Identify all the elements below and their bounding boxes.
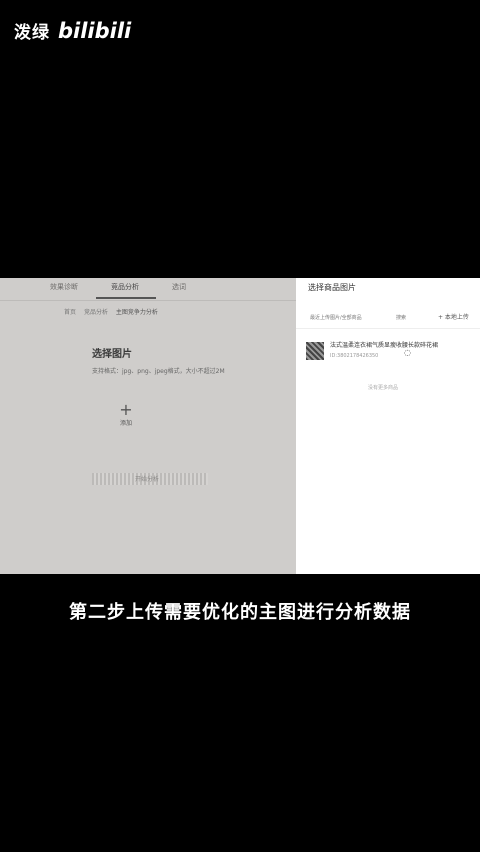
- select-image-title: 选择图片: [92, 349, 132, 360]
- tab-keywords[interactable]: 选词: [172, 282, 186, 292]
- local-upload-button[interactable]: + 本地上传: [438, 312, 469, 321]
- tab-bar: 效果诊断 竞品分析 选词: [0, 278, 296, 301]
- add-image-label: 添加: [119, 420, 132, 427]
- add-image-button[interactable]: + 添加: [112, 402, 140, 432]
- product-name: 法式温柔连衣裙气质显瘦收腰长款碎花裙: [330, 342, 439, 349]
- select-image-hint: 支持格式：jpg、png、jpeg格式，大小不超过2M: [92, 368, 225, 375]
- analysis-panel: 效果诊断 竞品分析 选词 首页 竞品分析 主图竞争力分析 选择图片 支持格式：j…: [0, 278, 296, 574]
- video-frame: 效果诊断 竞品分析 选词 首页 竞品分析 主图竞争力分析 选择图片 支持格式：j…: [0, 278, 480, 574]
- breadcrumb-home[interactable]: 首页: [64, 309, 76, 316]
- breadcrumb-current: 主图竞争力分析: [115, 309, 158, 316]
- no-more-text: 没有更多商品: [368, 385, 399, 391]
- product-id: ID:3802178426350: [330, 353, 379, 359]
- picker-search[interactable]: 搜索: [396, 314, 406, 321]
- tab-competitor-analysis[interactable]: 竞品分析: [111, 282, 139, 292]
- product-list-item[interactable]: 法式温柔连衣裙气质显瘦收腰长款碎花裙 ID:3802178426350 ◌: [306, 340, 474, 368]
- loading-spinner-icon: ◌: [404, 348, 411, 357]
- breadcrumb: 首页 竞品分析 主图竞争力分析: [64, 307, 164, 316]
- picker-source-filter[interactable]: 最近上传图片/全部商品: [310, 314, 362, 321]
- watermark: 泼绿 bilibili: [14, 18, 132, 44]
- picker-title: 选择商品图片: [308, 283, 356, 292]
- watermark-text: 泼绿: [14, 23, 50, 43]
- tab-diagnosis[interactable]: 效果诊断: [50, 282, 78, 292]
- bilibili-logo: bilibili: [58, 18, 132, 43]
- product-thumbnail: [306, 342, 324, 360]
- breadcrumb-competitor[interactable]: 竞品分析: [84, 309, 108, 316]
- start-analysis-label: 开始分析: [135, 476, 160, 483]
- divider: [296, 328, 480, 329]
- plus-icon: +: [119, 400, 133, 419]
- product-image-picker: 选择商品图片 最近上传图片/全部商品 搜索 + 本地上传 法式温柔连衣裙气质显瘦…: [296, 278, 480, 574]
- active-tab-indicator: [96, 297, 156, 299]
- subtitle-caption: 第二步上传需要优化的主图进行分析数据: [69, 602, 411, 623]
